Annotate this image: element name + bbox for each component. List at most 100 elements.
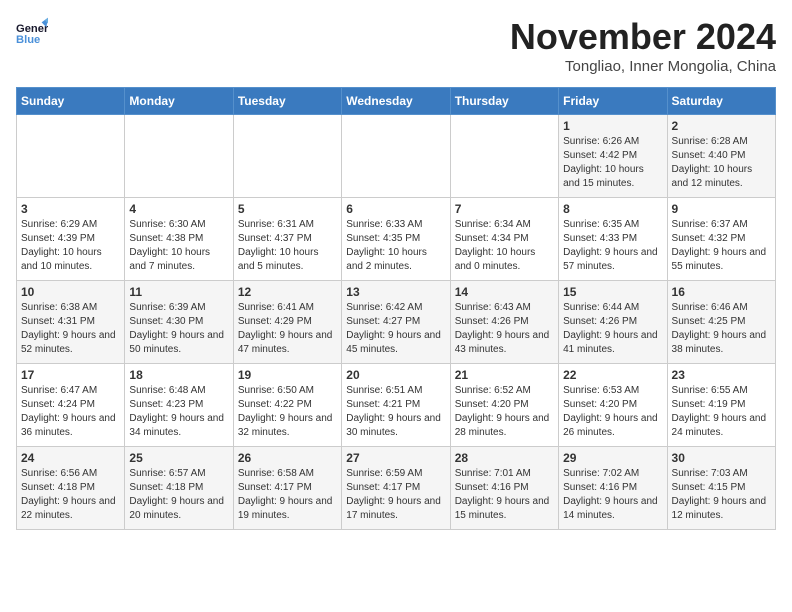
day-number: 12 xyxy=(238,285,337,299)
calendar-cell: 16 Sunrise: 6:46 AMSunset: 4:25 PMDayligh… xyxy=(667,281,775,364)
day-number: 5 xyxy=(238,202,337,216)
day-number: 15 xyxy=(563,285,662,299)
week-row-4: 17Sunrise: 6:47 AMSunset: 4:24 PMDayligh… xyxy=(17,364,776,447)
day-info: Sunrise: 7:01 AMSunset: 4:16 PMDaylight:… xyxy=(455,467,554,523)
calendar-cell: 9 Sunrise: 6:37 AMSunset: 4:32 PMDaylight… xyxy=(667,198,775,281)
day-number: 27 xyxy=(346,451,445,465)
col-saturday: Saturday xyxy=(667,88,775,115)
col-friday: Friday xyxy=(559,88,667,115)
day-number: 20 xyxy=(346,368,445,382)
day-info: Sunrise: 6:46 AMSunset: 4:25 PMDaylight:… xyxy=(672,301,771,357)
day-info: Sunrise: 6:43 AMSunset: 4:26 PMDaylight:… xyxy=(455,301,554,357)
day-info: Sunrise: 6:52 AMSunset: 4:20 PMDaylight:… xyxy=(455,384,554,440)
calendar-cell: 1 Sunrise: 6:26 AMSunset: 4:42 PMDaylight… xyxy=(559,115,667,198)
day-info: Sunrise: 6:26 AMSunset: 4:42 PMDaylight:… xyxy=(563,135,662,191)
day-info: Sunrise: 6:38 AMSunset: 4:31 PMDaylight:… xyxy=(21,301,120,357)
day-info: Sunrise: 6:48 AMSunset: 4:23 PMDaylight:… xyxy=(129,384,228,440)
col-monday: Monday xyxy=(125,88,233,115)
day-info: Sunrise: 6:29 AMSunset: 4:39 PMDaylight:… xyxy=(21,218,120,274)
day-number: 2 xyxy=(672,119,771,133)
calendar-cell: 17Sunrise: 6:47 AMSunset: 4:24 PMDayligh… xyxy=(17,364,125,447)
week-row-1: 1 Sunrise: 6:26 AMSunset: 4:42 PMDaylight… xyxy=(17,115,776,198)
day-number: 16 xyxy=(672,285,771,299)
day-info: Sunrise: 6:35 AMSunset: 4:33 PMDaylight:… xyxy=(563,218,662,274)
day-info: Sunrise: 6:41 AMSunset: 4:29 PMDaylight:… xyxy=(238,301,337,357)
day-number: 13 xyxy=(346,285,445,299)
week-row-2: 3 Sunrise: 6:29 AMSunset: 4:39 PMDaylight… xyxy=(17,198,776,281)
day-number: 21 xyxy=(455,368,554,382)
day-number: 11 xyxy=(129,285,228,299)
calendar-cell: 2 Sunrise: 6:28 AMSunset: 4:40 PMDaylight… xyxy=(667,115,775,198)
day-number: 9 xyxy=(672,202,771,216)
calendar-cell xyxy=(450,115,558,198)
month-title: November 2024 xyxy=(510,16,776,58)
day-info: Sunrise: 6:31 AMSunset: 4:37 PMDaylight:… xyxy=(238,218,337,274)
calendar-cell: 26Sunrise: 6:58 AMSunset: 4:17 PMDayligh… xyxy=(233,447,341,530)
calendar-cell: 6 Sunrise: 6:33 AMSunset: 4:35 PMDaylight… xyxy=(342,198,450,281)
day-info: Sunrise: 6:50 AMSunset: 4:22 PMDaylight:… xyxy=(238,384,337,440)
day-number: 25 xyxy=(129,451,228,465)
day-info: Sunrise: 6:53 AMSunset: 4:20 PMDaylight:… xyxy=(563,384,662,440)
day-info: Sunrise: 6:57 AMSunset: 4:18 PMDaylight:… xyxy=(129,467,228,523)
day-number: 24 xyxy=(21,451,120,465)
col-tuesday: Tuesday xyxy=(233,88,341,115)
calendar-body: 1 Sunrise: 6:26 AMSunset: 4:42 PMDaylight… xyxy=(17,115,776,530)
day-number: 22 xyxy=(563,368,662,382)
calendar-cell xyxy=(233,115,341,198)
header-row: Sunday Monday Tuesday Wednesday Thursday… xyxy=(17,88,776,115)
day-number: 23 xyxy=(672,368,771,382)
calendar-cell: 20Sunrise: 6:51 AMSunset: 4:21 PMDayligh… xyxy=(342,364,450,447)
col-wednesday: Wednesday xyxy=(342,88,450,115)
day-number: 30 xyxy=(672,451,771,465)
calendar-cell: 13 Sunrise: 6:42 AMSunset: 4:27 PMDayligh… xyxy=(342,281,450,364)
logo-icon: General Blue xyxy=(16,16,48,48)
day-number: 29 xyxy=(563,451,662,465)
calendar-cell: 21 Sunrise: 6:52 AMSunset: 4:20 PMDayligh… xyxy=(450,364,558,447)
day-number: 17 xyxy=(21,368,120,382)
calendar-cell: 14Sunrise: 6:43 AMSunset: 4:26 PMDayligh… xyxy=(450,281,558,364)
calendar-cell xyxy=(17,115,125,198)
week-row-3: 10 Sunrise: 6:38 AMSunset: 4:31 PMDayligh… xyxy=(17,281,776,364)
day-info: Sunrise: 6:34 AMSunset: 4:34 PMDaylight:… xyxy=(455,218,554,274)
day-number: 18 xyxy=(129,368,228,382)
calendar-cell: 10 Sunrise: 6:38 AMSunset: 4:31 PMDayligh… xyxy=(17,281,125,364)
day-info: Sunrise: 6:37 AMSunset: 4:32 PMDaylight:… xyxy=(672,218,771,274)
day-number: 10 xyxy=(21,285,120,299)
day-info: Sunrise: 6:33 AMSunset: 4:35 PMDaylight:… xyxy=(346,218,445,274)
day-number: 6 xyxy=(346,202,445,216)
day-info: Sunrise: 6:28 AMSunset: 4:40 PMDaylight:… xyxy=(672,135,771,191)
calendar-cell: 27 Sunrise: 6:59 AMSunset: 4:17 PMDayligh… xyxy=(342,447,450,530)
location: Tongliao, Inner Mongolia, China xyxy=(510,58,776,75)
calendar-table: Sunday Monday Tuesday Wednesday Thursday… xyxy=(16,87,776,530)
calendar-header: Sunday Monday Tuesday Wednesday Thursday… xyxy=(17,88,776,115)
day-info: Sunrise: 6:59 AMSunset: 4:17 PMDaylight:… xyxy=(346,467,445,523)
title-area: November 2024 Tongliao, Inner Mongolia, … xyxy=(510,16,776,75)
col-sunday: Sunday xyxy=(17,88,125,115)
calendar-cell: 8Sunrise: 6:35 AMSunset: 4:33 PMDaylight… xyxy=(559,198,667,281)
svg-text:General: General xyxy=(16,23,48,35)
calendar-cell: 15 Sunrise: 6:44 AMSunset: 4:26 PMDayligh… xyxy=(559,281,667,364)
day-info: Sunrise: 7:03 AMSunset: 4:15 PMDaylight:… xyxy=(672,467,771,523)
day-number: 1 xyxy=(563,119,662,133)
page-header: General Blue November 2024 Tongliao, Inn… xyxy=(16,16,776,75)
week-row-5: 24Sunrise: 6:56 AMSunset: 4:18 PMDayligh… xyxy=(17,447,776,530)
logo: General Blue xyxy=(16,16,48,48)
day-number: 28 xyxy=(455,451,554,465)
day-info: Sunrise: 6:42 AMSunset: 4:27 PMDaylight:… xyxy=(346,301,445,357)
day-number: 3 xyxy=(21,202,120,216)
day-info: Sunrise: 6:44 AMSunset: 4:26 PMDaylight:… xyxy=(563,301,662,357)
day-number: 4 xyxy=(129,202,228,216)
day-number: 19 xyxy=(238,368,337,382)
calendar-cell: 19 Sunrise: 6:50 AMSunset: 4:22 PMDayligh… xyxy=(233,364,341,447)
day-info: Sunrise: 6:58 AMSunset: 4:17 PMDaylight:… xyxy=(238,467,337,523)
col-thursday: Thursday xyxy=(450,88,558,115)
day-info: Sunrise: 7:02 AMSunset: 4:16 PMDaylight:… xyxy=(563,467,662,523)
day-info: Sunrise: 6:55 AMSunset: 4:19 PMDaylight:… xyxy=(672,384,771,440)
calendar-cell: 7Sunrise: 6:34 AMSunset: 4:34 PMDaylight… xyxy=(450,198,558,281)
calendar-cell: 18 Sunrise: 6:48 AMSunset: 4:23 PMDayligh… xyxy=(125,364,233,447)
calendar-cell: 3 Sunrise: 6:29 AMSunset: 4:39 PMDaylight… xyxy=(17,198,125,281)
calendar-cell: 29 Sunrise: 7:02 AMSunset: 4:16 PMDayligh… xyxy=(559,447,667,530)
day-info: Sunrise: 6:39 AMSunset: 4:30 PMDaylight:… xyxy=(129,301,228,357)
calendar-cell: 5 Sunrise: 6:31 AMSunset: 4:37 PMDaylight… xyxy=(233,198,341,281)
calendar-cell xyxy=(342,115,450,198)
